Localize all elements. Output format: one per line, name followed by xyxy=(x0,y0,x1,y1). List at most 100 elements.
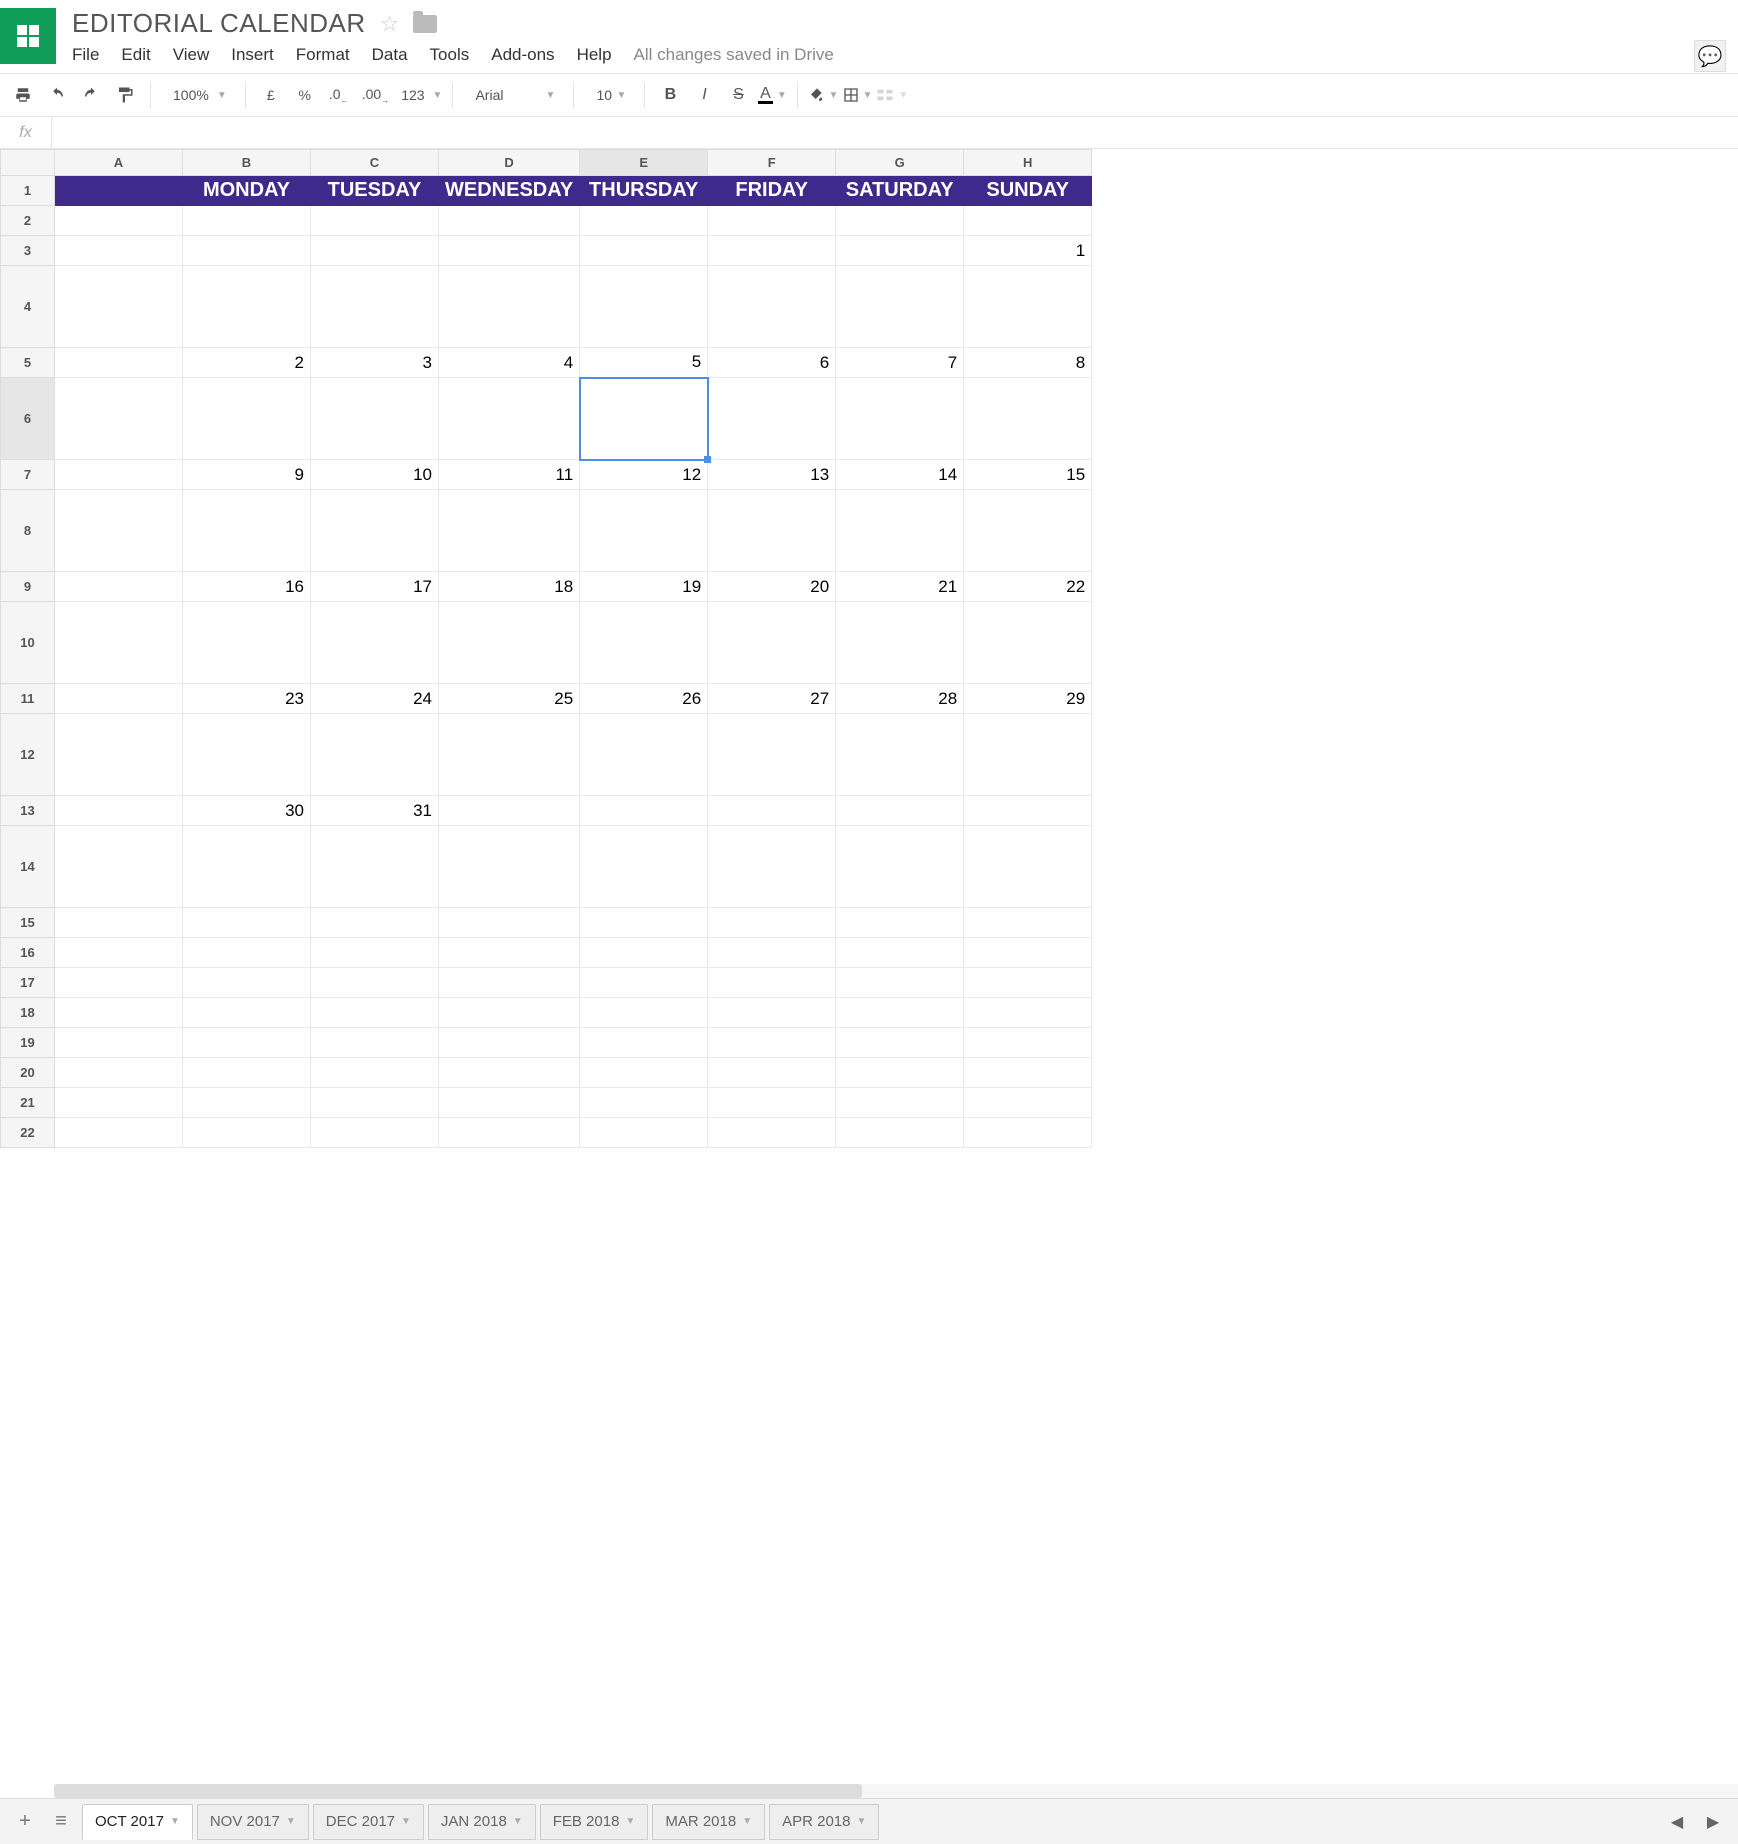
cell-A7[interactable] xyxy=(55,460,183,490)
column-header-G[interactable]: G xyxy=(836,150,964,176)
cell-F19[interactable] xyxy=(708,1028,836,1058)
horizontal-scrollbar[interactable] xyxy=(54,1784,1738,1798)
cell-C13[interactable]: 31 xyxy=(311,796,439,826)
cell-H12[interactable] xyxy=(964,714,1092,796)
cell-A6[interactable] xyxy=(55,378,183,460)
cell-C2[interactable] xyxy=(311,206,439,236)
cell-C19[interactable] xyxy=(311,1028,439,1058)
cell-F4[interactable] xyxy=(708,266,836,348)
row-header-22[interactable]: 22 xyxy=(1,1118,55,1148)
number-format-button[interactable]: 123 ▼ xyxy=(397,80,442,110)
cell-H19[interactable] xyxy=(964,1028,1092,1058)
cell-C9[interactable]: 17 xyxy=(311,572,439,602)
folder-icon[interactable] xyxy=(413,15,437,33)
cell-E13[interactable] xyxy=(580,796,708,826)
cell-A20[interactable] xyxy=(55,1058,183,1088)
undo-button[interactable] xyxy=(42,80,72,110)
cell-H16[interactable] xyxy=(964,938,1092,968)
cell-G8[interactable] xyxy=(836,490,964,572)
sheet-tab-feb-2018[interactable]: FEB 2018▼ xyxy=(540,1804,649,1840)
column-header-F[interactable]: F xyxy=(708,150,836,176)
cell-E15[interactable] xyxy=(580,908,708,938)
document-title[interactable]: EDITORIAL CALENDAR xyxy=(72,8,366,39)
cell-G11[interactable]: 28 xyxy=(836,684,964,714)
bold-button[interactable]: B xyxy=(655,80,685,110)
cell-E10[interactable] xyxy=(580,602,708,684)
menu-insert[interactable]: Insert xyxy=(231,45,274,65)
zoom-select[interactable]: 100% ▼ xyxy=(161,87,235,103)
row-header-10[interactable]: 10 xyxy=(1,602,55,684)
cell-B1[interactable]: MONDAY xyxy=(183,176,311,206)
strikethrough-button[interactable]: S xyxy=(723,80,753,110)
cell-A11[interactable] xyxy=(55,684,183,714)
cell-A9[interactable] xyxy=(55,572,183,602)
cell-A21[interactable] xyxy=(55,1088,183,1118)
cell-B17[interactable] xyxy=(183,968,311,998)
cell-G22[interactable] xyxy=(836,1118,964,1148)
column-header-E[interactable]: E xyxy=(580,150,708,176)
cell-F20[interactable] xyxy=(708,1058,836,1088)
cell-D20[interactable] xyxy=(439,1058,580,1088)
cell-E14[interactable] xyxy=(580,826,708,908)
cell-B22[interactable] xyxy=(183,1118,311,1148)
cell-H1[interactable]: SUNDAY xyxy=(964,176,1092,206)
cell-H2[interactable] xyxy=(964,206,1092,236)
cell-F14[interactable] xyxy=(708,826,836,908)
cell-F22[interactable] xyxy=(708,1118,836,1148)
cell-G12[interactable] xyxy=(836,714,964,796)
cell-C14[interactable] xyxy=(311,826,439,908)
cell-A17[interactable] xyxy=(55,968,183,998)
row-header-15[interactable]: 15 xyxy=(1,908,55,938)
formula-input[interactable] xyxy=(52,125,1738,141)
cell-B8[interactable] xyxy=(183,490,311,572)
cell-C20[interactable] xyxy=(311,1058,439,1088)
menu-data[interactable]: Data xyxy=(372,45,408,65)
cell-G16[interactable] xyxy=(836,938,964,968)
cell-G13[interactable] xyxy=(836,796,964,826)
cell-E1[interactable]: THURSDAY xyxy=(580,176,708,206)
cell-G18[interactable] xyxy=(836,998,964,1028)
cell-D5[interactable]: 4 xyxy=(439,348,580,378)
row-header-4[interactable]: 4 xyxy=(1,266,55,348)
cell-E3[interactable] xyxy=(580,236,708,266)
cell-A4[interactable] xyxy=(55,266,183,348)
font-size-select[interactable]: 10 ▼ xyxy=(584,87,634,103)
cell-C4[interactable] xyxy=(311,266,439,348)
cell-G10[interactable] xyxy=(836,602,964,684)
sheet-tab-oct-2017[interactable]: OCT 2017▼ xyxy=(82,1804,193,1840)
cell-C7[interactable]: 10 xyxy=(311,460,439,490)
row-header-1[interactable]: 1 xyxy=(1,176,55,206)
cell-G19[interactable] xyxy=(836,1028,964,1058)
column-header-D[interactable]: D xyxy=(439,150,580,176)
cell-H17[interactable] xyxy=(964,968,1092,998)
cell-G3[interactable] xyxy=(836,236,964,266)
cell-F10[interactable] xyxy=(708,602,836,684)
fill-color-button[interactable]: ▼ xyxy=(808,80,838,110)
decrease-decimal-button[interactable]: .0← xyxy=(324,80,354,110)
cell-D21[interactable] xyxy=(439,1088,580,1118)
cell-A14[interactable] xyxy=(55,826,183,908)
cell-B19[interactable] xyxy=(183,1028,311,1058)
print-button[interactable] xyxy=(8,80,38,110)
cell-F6[interactable] xyxy=(708,378,836,460)
row-header-6[interactable]: 6 xyxy=(1,378,55,460)
add-sheet-button[interactable]: + xyxy=(10,1807,40,1837)
cell-B14[interactable] xyxy=(183,826,311,908)
cell-F3[interactable] xyxy=(708,236,836,266)
cell-A1[interactable] xyxy=(55,176,183,206)
cell-D16[interactable] xyxy=(439,938,580,968)
cell-C22[interactable] xyxy=(311,1118,439,1148)
cell-A10[interactable] xyxy=(55,602,183,684)
sheet-tab-dec-2017[interactable]: DEC 2017▼ xyxy=(313,1804,424,1840)
cell-B15[interactable] xyxy=(183,908,311,938)
percent-button[interactable]: % xyxy=(290,80,320,110)
row-header-9[interactable]: 9 xyxy=(1,572,55,602)
sheet-tab-nov-2017[interactable]: NOV 2017▼ xyxy=(197,1804,309,1840)
sheet-tab-jan-2018[interactable]: JAN 2018▼ xyxy=(428,1804,536,1840)
cell-F18[interactable] xyxy=(708,998,836,1028)
column-header-A[interactable]: A xyxy=(55,150,183,176)
cell-B21[interactable] xyxy=(183,1088,311,1118)
cell-G2[interactable] xyxy=(836,206,964,236)
cell-G21[interactable] xyxy=(836,1088,964,1118)
cell-D15[interactable] xyxy=(439,908,580,938)
